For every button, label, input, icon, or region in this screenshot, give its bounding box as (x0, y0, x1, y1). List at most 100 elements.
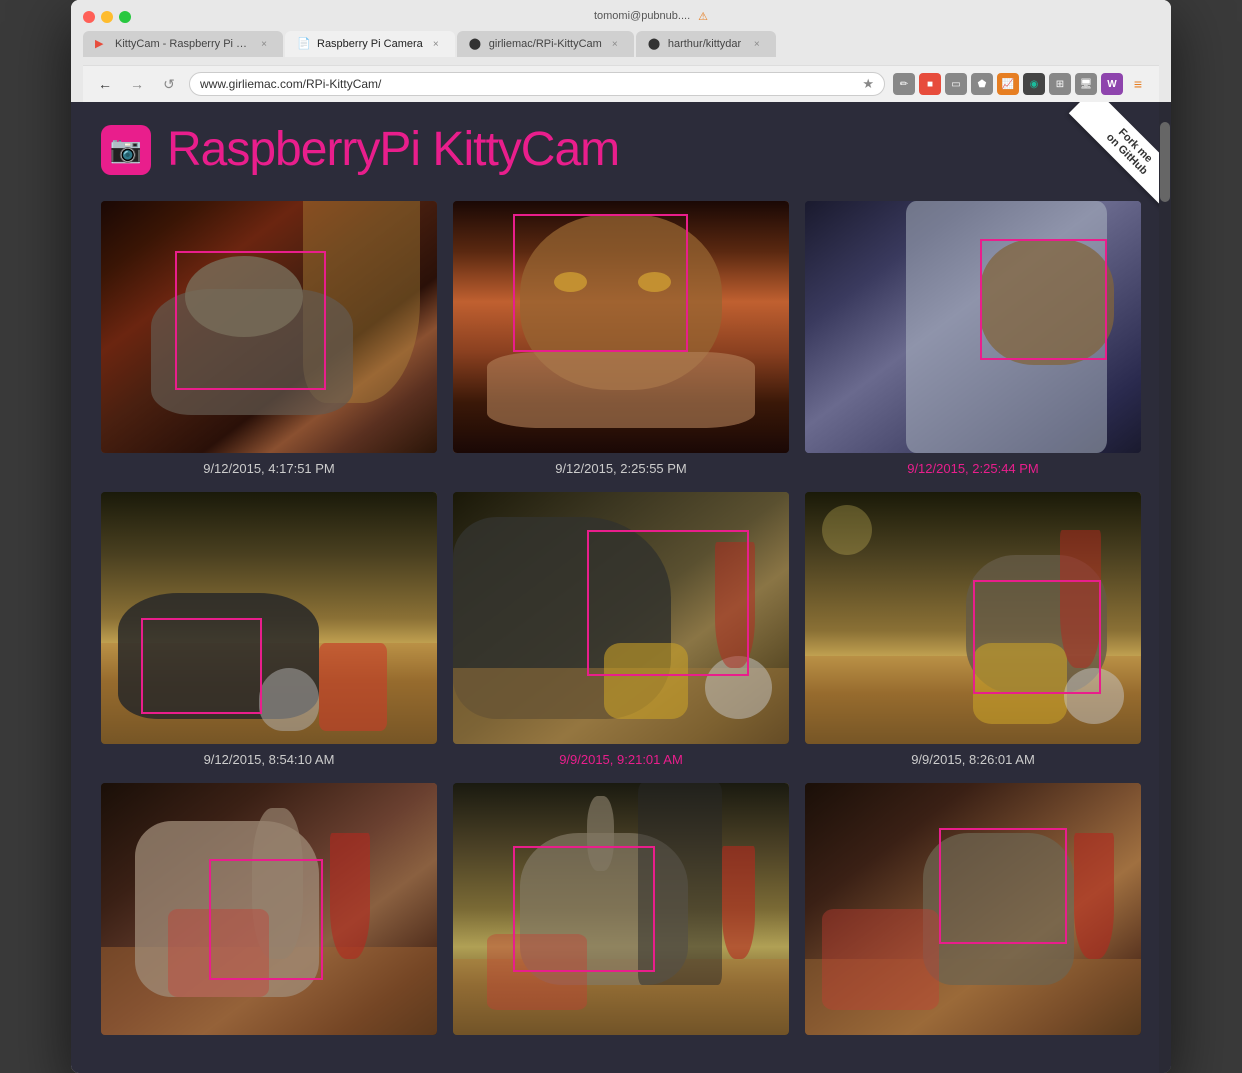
floral-9 (822, 909, 940, 1010)
timestamp-5: 9/9/2015, 9:21:01 AM (559, 752, 683, 767)
red-item-5 (715, 542, 755, 668)
timestamp-6: 9/9/2015, 8:26:01 AM (911, 752, 1035, 767)
nav-action-circle[interactable]: ◉ (1023, 73, 1045, 95)
image-cell-1: 9/12/2015, 4:17:51 PM (101, 201, 437, 476)
tab-kittycam[interactable]: ▶ KittyCam - Raspberry Pi C... × (83, 31, 283, 57)
user-label: tomomi@pubnub.... (594, 10, 690, 23)
window-title-area: tomomi@pubnub.... ⚠ (143, 10, 1159, 23)
tab-raspberry[interactable]: 📄 Raspberry Pi Camera × (285, 31, 455, 57)
image-cell-9 (805, 783, 1141, 1043)
image-container-2[interactable] (453, 201, 789, 453)
minimize-button[interactable] (101, 11, 113, 23)
item-4 (319, 643, 386, 731)
nav-action-monitor2[interactable]: 🖥 (1075, 73, 1097, 95)
address-bar[interactable]: www.girliemac.com/RPi-KittyCam/ ★ (189, 72, 885, 96)
image-cell-3: 9/12/2015, 2:25:44 PM (805, 201, 1141, 476)
nav-action-red[interactable]: ■ (919, 73, 941, 95)
image-cell-5: 9/9/2015, 9:21:01 AM (453, 492, 789, 767)
tabs-row: ▶ KittyCam - Raspberry Pi C... × 📄 Raspb… (83, 31, 1159, 57)
image-container-8[interactable] (453, 783, 789, 1035)
page-title: RaspberryPi KittyCam (167, 122, 619, 177)
red-item-6 (1060, 530, 1100, 669)
tab-girliemac[interactable]: ⬤ girliemac/RPi-KittyCam × (457, 31, 634, 57)
bookmark-star-icon[interactable]: ★ (862, 76, 874, 92)
cat-eye-left (554, 272, 588, 292)
red-vase-9 (1074, 833, 1114, 959)
tab-favicon-girliemac: ⬤ (469, 37, 483, 51)
page-content: Fork meon GitHub 📷 RaspberryPi KittyCam (71, 102, 1171, 1073)
cat-eye-right (638, 272, 672, 292)
image-container-5[interactable] (453, 492, 789, 744)
image-container-7[interactable] (101, 783, 437, 1035)
forward-button[interactable]: → (125, 72, 149, 96)
address-text: www.girliemac.com/RPi-KittyCam/ (200, 77, 856, 91)
cat-tail-8 (587, 796, 614, 872)
image-cell-8 (453, 783, 789, 1043)
camera-glyph: 📷 (110, 134, 142, 165)
cat-head-1 (185, 256, 303, 337)
fork-ribbon-label: Fork meon GitHub (1069, 102, 1171, 212)
maximize-button[interactable] (119, 11, 131, 23)
image-container-6[interactable] (805, 492, 1141, 744)
close-button[interactable] (83, 11, 95, 23)
nav-action-pencil[interactable]: ✏ (893, 73, 915, 95)
hands-2 (487, 352, 756, 428)
image-cell-7 (101, 783, 437, 1043)
camera-icon: 📷 (101, 125, 151, 175)
nav-action-monitor[interactable]: ▭ (945, 73, 967, 95)
image-container-3[interactable] (805, 201, 1141, 453)
cat-9 (923, 833, 1074, 984)
browser-window: tomomi@pubnub.... ⚠ ▶ KittyCam - Raspber… (71, 0, 1171, 1073)
page-header: 📷 RaspberryPi KittyCam (101, 122, 1141, 177)
scrollbar-thumb[interactable] (1160, 122, 1170, 202)
tab-close-harthur[interactable]: × (750, 37, 764, 51)
timestamp-4: 9/12/2015, 8:54:10 AM (204, 752, 335, 767)
image-cell-2: 9/12/2015, 2:25:55 PM (453, 201, 789, 476)
nav-actions: ✏ ■ ▭ ⬟ 📈 ◉ ⊞ 🖥 W ≡ (893, 73, 1149, 95)
image-grid: 9/12/2015, 4:17:51 PM 9/12/2015, 2:25:55… (101, 201, 1141, 1043)
white-bowl-6 (1064, 668, 1124, 723)
timestamp-2: 9/12/2015, 2:25:55 PM (555, 461, 687, 476)
tab-harthur[interactable]: ⬤ harthur/kittydar × (636, 31, 776, 57)
timestamp-1: 9/12/2015, 4:17:51 PM (203, 461, 335, 476)
nav-action-chart[interactable]: 📈 (997, 73, 1019, 95)
warning-icon: ⚠ (698, 10, 708, 23)
tab-close-raspberry[interactable]: × (429, 37, 443, 51)
image-container-1[interactable] (101, 201, 437, 453)
nav-action-w[interactable]: W (1101, 73, 1123, 95)
timestamp-3: 9/12/2015, 2:25:44 PM (907, 461, 1039, 476)
floral-8 (487, 934, 588, 1010)
tab-close-girliemac[interactable]: × (608, 37, 622, 51)
scrollbar[interactable] (1159, 102, 1171, 1073)
red-vase-8 (722, 846, 756, 959)
image-cell-4: 9/12/2015, 8:54:10 AM (101, 492, 437, 767)
browser-titlebar: tomomi@pubnub.... ⚠ ▶ KittyCam - Raspber… (71, 0, 1171, 102)
tab-label-girliemac: girliemac/RPi-KittyCam (489, 38, 602, 50)
navigation-bar: ← → ↺ www.girliemac.com/RPi-KittyCam/ ★ … (83, 65, 1159, 102)
bowl-4 (259, 668, 319, 731)
nav-action-menu[interactable]: ≡ (1127, 73, 1149, 95)
image-container-4[interactable] (101, 492, 437, 744)
browser-controls-row: tomomi@pubnub.... ⚠ (83, 10, 1159, 23)
food-bowl-6 (973, 643, 1067, 724)
tab-close-kittycam[interactable]: × (257, 37, 271, 51)
person-legs-8 (638, 783, 722, 985)
tab-favicon-harthur: ⬤ (648, 37, 662, 51)
back-button[interactable]: ← (93, 72, 117, 96)
traffic-lights (83, 11, 131, 23)
image-container-9[interactable] (805, 783, 1141, 1035)
nav-action-bookmark[interactable]: ⬟ (971, 73, 993, 95)
floral-7 (168, 909, 269, 997)
red-item-7 (330, 833, 370, 959)
food-bowl-5 (604, 643, 688, 719)
nav-action-grid[interactable]: ⊞ (1049, 73, 1071, 95)
tab-favicon-kittycam: ▶ (95, 37, 109, 51)
tab-favicon-raspberry: 📄 (297, 37, 311, 51)
refresh-button[interactable]: ↺ (157, 72, 181, 96)
tab-label-kittycam: KittyCam - Raspberry Pi C... (115, 38, 251, 50)
tab-label-harthur: harthur/kittydar (668, 38, 744, 50)
tab-label-raspberry: Raspberry Pi Camera (317, 38, 423, 50)
image-cell-6: 9/9/2015, 8:26:01 AM (805, 492, 1141, 767)
light-6 (822, 505, 872, 555)
cat-3 (980, 239, 1114, 365)
